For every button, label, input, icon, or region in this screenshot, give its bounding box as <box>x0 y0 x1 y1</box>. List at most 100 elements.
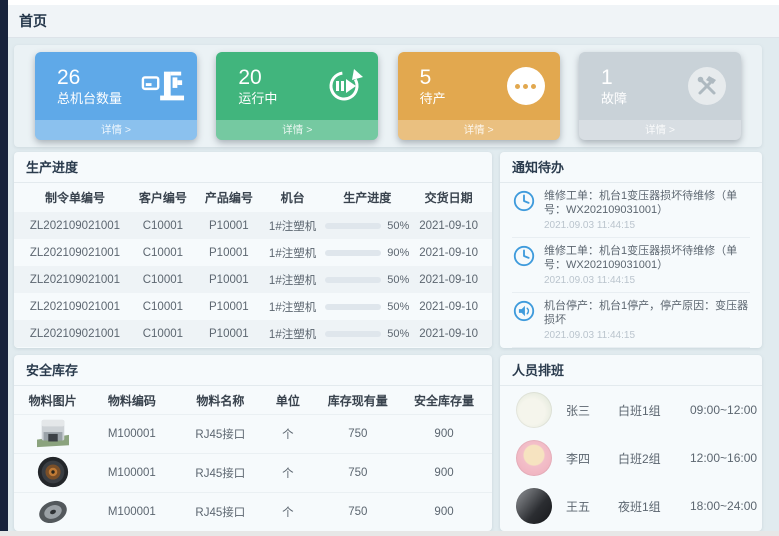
product-no: P10001 <box>196 247 262 259</box>
col-product-no: 产品编号 <box>196 189 262 206</box>
order-no: ZL202109021001 <box>20 220 130 232</box>
progress-percent: 90% <box>387 247 409 259</box>
material-image-cell <box>20 455 85 492</box>
delivery-date: 2021-09-10 <box>411 328 486 340</box>
order-no: ZL202109021001 <box>20 247 130 259</box>
stat-card-waiting[interactable]: 5 待产 详情 > <box>398 52 560 140</box>
total-machines-label: 总机台数量 <box>57 90 122 108</box>
speaker-front-photo <box>33 455 73 489</box>
worker-shift: 白班2组 <box>618 450 690 467</box>
card-detail-link[interactable]: 详情 > <box>398 120 560 140</box>
material-image-cell <box>20 416 85 452</box>
notification-item[interactable]: 维修工单：机台1变压器损坏待维修（单号：WX202109031001） 2021… <box>512 238 750 293</box>
notification-item[interactable]: 机台停产：机台1停产，停产原因：变压器损坏 2021.09.03 11:44:1… <box>512 293 750 348</box>
worker-time: 18:00~24:00 <box>690 499 757 513</box>
col-material-image: 物料图片 <box>20 392 85 409</box>
inventory-row: M100001 RJ45接口 个 750 900 <box>14 453 492 492</box>
customer-no: C10001 <box>130 301 196 313</box>
schedule-row: 张三 白班1组 09:00~12:00 <box>500 386 762 434</box>
notification-text: 维修工单：机台1变压器损坏待维修（单号：WX202109031001） <box>544 189 750 217</box>
production-row: ZL202109021001 C10001 P10001 1#注塑机 50% 2… <box>14 266 492 293</box>
fault-value: 1 <box>601 65 627 90</box>
worker-shift: 夜班1组 <box>618 498 690 515</box>
tab-home[interactable]: 首页 <box>8 5 47 37</box>
worker-shift: 白班1组 <box>618 402 690 419</box>
machine: 1#注塑机 <box>262 245 324 261</box>
material-safety: 900 <box>402 428 486 440</box>
safety-inventory-title: 安全库存 <box>14 355 492 386</box>
stat-card-running[interactable]: 20 运行中 详情 > <box>216 52 378 140</box>
rj45-connector-photo <box>33 416 73 450</box>
card-detail-link[interactable]: 详情 > <box>579 120 741 140</box>
avatar <box>516 488 552 524</box>
inventory-row: M100001 RJ45接口 个 750 900 <box>14 414 492 453</box>
worker-name: 王五 <box>566 498 618 515</box>
stat-card-texts: 1 故障 <box>601 65 627 108</box>
notification-time: 2021.09.03 11:44:15 <box>544 329 750 342</box>
production-table-header: 制令单编号 客户编号 产品编号 机台 生产进度 交货日期 <box>14 183 492 212</box>
inventory-row: M100001 RJ45接口 个 750 900 <box>14 492 492 531</box>
stat-card-texts: 5 待产 <box>420 65 446 108</box>
col-progress: 生产进度 <box>323 189 411 206</box>
material-name: RJ45接口 <box>178 465 262 481</box>
delivery-date: 2021-09-10 <box>411 301 486 313</box>
notification-text: 机台停产：机台1停产，停产原因：变压器损坏 <box>544 299 750 327</box>
machine: 1#注塑机 <box>262 218 324 234</box>
progress-cell: 50% <box>323 274 411 286</box>
order-no: ZL202109021001 <box>20 328 130 340</box>
notification-body: 维修工单：机台1变压器损坏待维修（单号：WX202109031001） 2021… <box>544 189 750 232</box>
order-no: ZL202109021001 <box>20 301 130 313</box>
progress-bar <box>325 331 381 337</box>
speaker-angled-photo <box>33 494 73 528</box>
progress-percent: 50% <box>387 220 409 232</box>
notification-time: 2021.09.03 11:44:15 <box>544 274 750 287</box>
card-detail-link[interactable]: 详情 > <box>216 120 378 140</box>
product-no: P10001 <box>196 220 262 232</box>
card-detail-link[interactable]: 详情 > <box>35 120 197 140</box>
stat-card-body: 26 总机台数量 <box>35 52 197 120</box>
stat-card-body: 20 运行中 <box>216 52 378 120</box>
worker-time: 12:00~16:00 <box>690 451 757 465</box>
progress-bar <box>325 250 381 256</box>
avatar <box>516 440 552 476</box>
clock-icon <box>512 189 536 213</box>
stat-cards-panel: 26 总机台数量 详情 > <box>14 45 762 147</box>
speaker-icon <box>512 299 536 323</box>
avatar <box>516 392 552 428</box>
notification-time: 2021.09.03 11:44:15 <box>544 219 750 232</box>
personnel-schedule-title: 人员排班 <box>500 355 762 386</box>
delivery-date: 2021-09-10 <box>411 220 486 232</box>
production-row: ZL202109021001 C10001 P10001 1#注塑机 50% 2… <box>14 320 492 347</box>
progress-bar <box>325 277 381 283</box>
material-unit: 个 <box>262 465 313 481</box>
progress-cell: 50% <box>323 220 411 232</box>
customer-no: C10001 <box>130 274 196 286</box>
notifications-list: 维修工单：机台1变压器损坏待维修（单号：WX202109031001） 2021… <box>500 183 762 348</box>
machine: 1#注塑机 <box>262 272 324 288</box>
worker-time: 09:00~12:00 <box>690 403 757 417</box>
stat-card-texts: 26 总机台数量 <box>57 65 122 108</box>
material-unit: 个 <box>262 504 313 520</box>
production-row: ZL202109021001 C10001 P10001 1#注塑机 90% 2… <box>14 239 492 266</box>
stat-card-total-machines[interactable]: 26 总机台数量 详情 > <box>35 52 197 140</box>
stat-card-fault[interactable]: 1 故障 详情 > <box>579 52 741 140</box>
running-icon <box>322 66 366 106</box>
material-code: M100001 <box>85 467 178 479</box>
col-unit: 单位 <box>262 392 313 409</box>
sidebar-edge <box>0 0 8 531</box>
production-progress-title: 生产进度 <box>14 152 492 183</box>
notification-item[interactable]: 维修工单：机台1变压器损坏待维修（单号：WX202109031001） 2021… <box>512 183 750 238</box>
waiting-value: 5 <box>420 65 446 90</box>
fault-label: 故障 <box>601 90 627 108</box>
progress-bar <box>325 223 381 229</box>
progress-cell: 90% <box>323 247 411 259</box>
material-name: RJ45接口 <box>178 504 262 520</box>
material-stock: 750 <box>314 467 403 479</box>
customer-no: C10001 <box>130 247 196 259</box>
notification-body: 机台停产：机台1停产，停产原因：变压器损坏 2021.09.03 11:44:1… <box>544 299 750 342</box>
schedule-row: 李四 白班2组 12:00~16:00 <box>500 434 762 482</box>
stat-card-texts: 20 运行中 <box>238 65 277 108</box>
machine: 1#注塑机 <box>262 299 324 315</box>
progress-cell: 50% <box>323 301 411 313</box>
col-customer-no: 客户编号 <box>130 189 196 206</box>
